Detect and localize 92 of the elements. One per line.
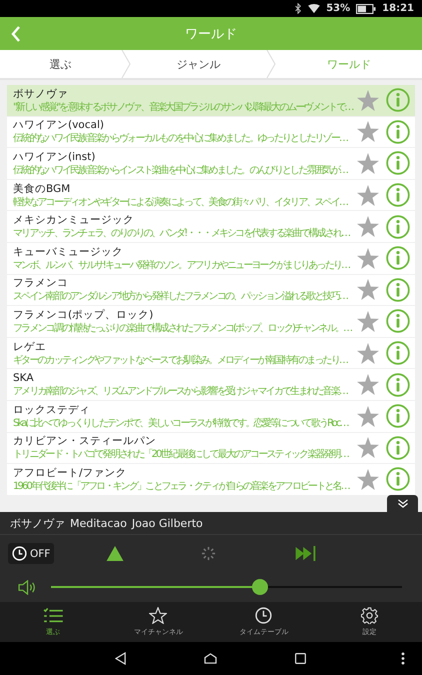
battery-icon <box>356 4 376 14</box>
info-icon[interactable] <box>386 120 410 144</box>
channel-title: ボサノヴァ <box>13 86 68 102</box>
info-icon[interactable] <box>386 436 410 460</box>
channel-row[interactable]: キューバミュージック マンボ、ルンバ、サルサ!キューバ発祥のソン。アフリカやニューヨークがまじりあったり… <box>7 242 415 274</box>
more-options-icon[interactable] <box>401 652 405 665</box>
info-icon[interactable] <box>386 404 410 428</box>
collapse-icon <box>396 499 408 508</box>
info-icon[interactable] <box>386 278 410 302</box>
channel-description: トリニダード・トバゴで発明された「20世紀最後にして最大のアコースティック楽器発明… <box>13 449 348 462</box>
channel-title: アフロビート/ファンク <box>13 466 127 480</box>
favorite-star-icon[interactable] <box>357 152 379 174</box>
channel-title: SKA <box>13 371 34 386</box>
channel-row[interactable]: SKA アメリカ南部のジャズ、リズムアンドブルースから影響を受けジャマイカで生まれた音楽… <box>7 369 415 400</box>
channel-title: レゲエ <box>13 340 46 355</box>
info-icon[interactable] <box>386 88 410 112</box>
sleep-timer-button[interactable]: OFF <box>8 543 54 564</box>
favorite-star-icon[interactable] <box>357 184 379 206</box>
info-icon[interactable] <box>386 341 410 366</box>
channel-row[interactable]: ロックステディ Skaに比べてゆっくりしたテンポで、美しいコーラスが特徴です。恋愛等について歌うRoc… <box>7 400 415 432</box>
back-icon[interactable] <box>11 26 21 42</box>
channel-description: マリアッチ、ランチェラ、のりのりの、バンダ!・・・メキシコを代表する楽曲で構成され… <box>13 228 350 240</box>
now-playing-channel: ボサノヴァ <box>10 516 65 530</box>
channel-row[interactable]: フラメンコ スペイン南部のアンダルシア地方から発祥したフラメンコの、パッション溢れる歌と技巧… <box>7 274 415 306</box>
info-icon[interactable] <box>386 183 410 208</box>
volume-icon[interactable] <box>18 580 37 594</box>
channel-title: フラメンコ <box>13 276 68 290</box>
channel-title: フラメンコ(ポップ、ロック) <box>13 308 154 322</box>
channel-title: ハワイアン(inst) <box>13 150 96 164</box>
bluetooth-icon <box>294 3 302 14</box>
info-icon[interactable] <box>386 372 410 397</box>
channel-row[interactable]: アフロビート/ファンク 1960年代後半に「アフロ・キング」ことフェラ・クティが自らの音楽をアフロビートと名… <box>7 464 415 495</box>
channel-description: Skaに比べてゆっくりしたテンポで、美しいコーラスが特徴です。恋愛等について歌うRoc… <box>13 418 348 430</box>
settings-icon <box>360 607 378 624</box>
favorite-star-icon[interactable] <box>357 342 379 364</box>
channel-description: 伝統的なハワイ民族音楽からインスト楽曲を中心に集めました。のんびりとした雰囲気が… <box>13 164 348 177</box>
channel-title: 美食のBGM <box>13 182 70 196</box>
favorite-star-icon[interactable] <box>357 90 379 111</box>
screen-title: ワールド <box>185 26 237 42</box>
recents-nav-icon[interactable] <box>295 653 306 664</box>
battery-percentage: 53% <box>326 3 350 14</box>
favorite-star-icon[interactable] <box>357 310 379 332</box>
channel-description: アメリカ南部のジャズ、リズムアンドブルースから影響を受けジャマイカで生まれた音楽… <box>13 386 348 398</box>
channel-row[interactable]: カリビアン・スティールパン トリニダード・トバゴで発明された「20世紀最後にして最大のアコースティック楽器発明… <box>7 432 415 464</box>
favorite-star-icon[interactable] <box>357 279 379 300</box>
channel-title: ハワイアン(vocal) <box>13 118 104 132</box>
info-icon[interactable] <box>386 309 410 334</box>
channel-description: ギターのカッティングやファットなベースでお馴染み。メロディーが南国特有のまったり… <box>13 354 348 367</box>
now-playing-artist: Joao Gilberto <box>132 516 203 530</box>
back-nav-icon[interactable] <box>115 652 126 665</box>
info-icon[interactable] <box>386 151 410 176</box>
skip-icon[interactable] <box>295 546 318 561</box>
play-icon[interactable] <box>106 546 124 561</box>
favorite-star-icon[interactable] <box>357 248 379 269</box>
channel-description: フラメンコ調の情熱たっぷりの楽曲で構成されたフラメンコ(ポップ、ロック)チャンネル。… <box>13 322 352 335</box>
info-icon[interactable] <box>386 246 410 270</box>
favorite-star-icon[interactable] <box>357 437 379 458</box>
channel-row[interactable]: フラメンコ(ポップ、ロック) フラメンコ調の情熱たっぷりの楽曲で構成されたフラメンコ(ポップ、ロック)チャンネル。… <box>7 306 415 337</box>
now-playing-track: Meditacao <box>70 516 127 530</box>
channel-title: ロックステディ <box>13 402 90 418</box>
channel-description: スペイン南部のアンダルシア地方から発祥したフラメンコの、パッション溢れる歌と技巧… <box>13 291 348 304</box>
breadcrumb-item[interactable]: ジャンル <box>130 56 266 72</box>
channel-title: メキシカンミュージック <box>13 213 134 228</box>
timer-clock-icon <box>12 546 27 561</box>
channel-row[interactable]: レゲエ ギターのカッティングやファットなベースでお馴染み。メロディーが南国特有のまったり… <box>7 338 415 368</box>
favorite-star-icon[interactable] <box>357 374 379 396</box>
favorite-star-icon[interactable] <box>357 406 379 427</box>
channel-description: 1960年代後半に「アフロ・キング」ことフェラ・クティが自らの音楽をアフロビートと名… <box>13 480 349 493</box>
channel-description: "新しい感覚"を意味するボサノヴァ、音楽大国ブラジルのサンバ以降最大のムーヴメントで… <box>13 102 353 114</box>
loading-spinner-icon <box>201 546 216 561</box>
clock-time: 18:21 <box>382 3 414 14</box>
channel-title: カリビアン・スティールパン <box>13 434 156 448</box>
channel-row[interactable]: メキシカンミュージック マリアッチ、ランチェラ、のりのりの、バンダ!・・・メキシコを代表する楽曲で構成され… <box>7 211 415 242</box>
star-icon <box>149 607 168 624</box>
channel-description: 軽快なアコーディオンやギターによる演奏によって、美食の街々パリ、イタリア、スペイ… <box>13 196 348 209</box>
list-icon <box>42 608 63 624</box>
channel-description: 伝統的なハワイ民族音楽からヴォーカルものを中心に集めました。ゆったりとしたリゾー… <box>13 133 348 146</box>
wifi-icon <box>308 4 320 14</box>
collapse-tab[interactable] <box>387 495 418 512</box>
channel-row[interactable]: ハワイアン(inst) 伝統的なハワイ民族音楽からインスト楽曲を中心に集めました。のんびりとした雰囲気が… <box>7 148 415 179</box>
clock-icon <box>255 607 272 624</box>
info-icon[interactable] <box>386 214 410 239</box>
breadcrumb-item[interactable]: 選ぶ <box>0 56 121 72</box>
favorite-star-icon[interactable] <box>357 121 379 142</box>
home-nav-icon[interactable] <box>204 653 217 664</box>
channel-row[interactable]: 美食のBGM 軽快なアコーディオンやギターによる演奏によって、美食の街々パリ、イタリア、スペイ… <box>7 180 415 210</box>
channel-title: キューバミュージック <box>13 244 123 260</box>
channel-row[interactable]: ボサノヴァ "新しい感覚"を意味するボサノヴァ、音楽大国ブラジルのサンバ以降最大のムーヴメントで… <box>7 85 415 116</box>
favorite-star-icon[interactable] <box>357 216 379 238</box>
channel-description: マンボ、ルンバ、サルサ!キューバ発祥のソン。アフリカやニューヨークがまじりあったり… <box>13 260 350 272</box>
favorite-star-icon[interactable] <box>357 468 379 490</box>
channel-row[interactable]: ハワイアン(vocal) 伝統的なハワイ民族音楽からヴォーカルものを中心に集めました。ゆったりとしたリゾー… <box>7 116 415 148</box>
